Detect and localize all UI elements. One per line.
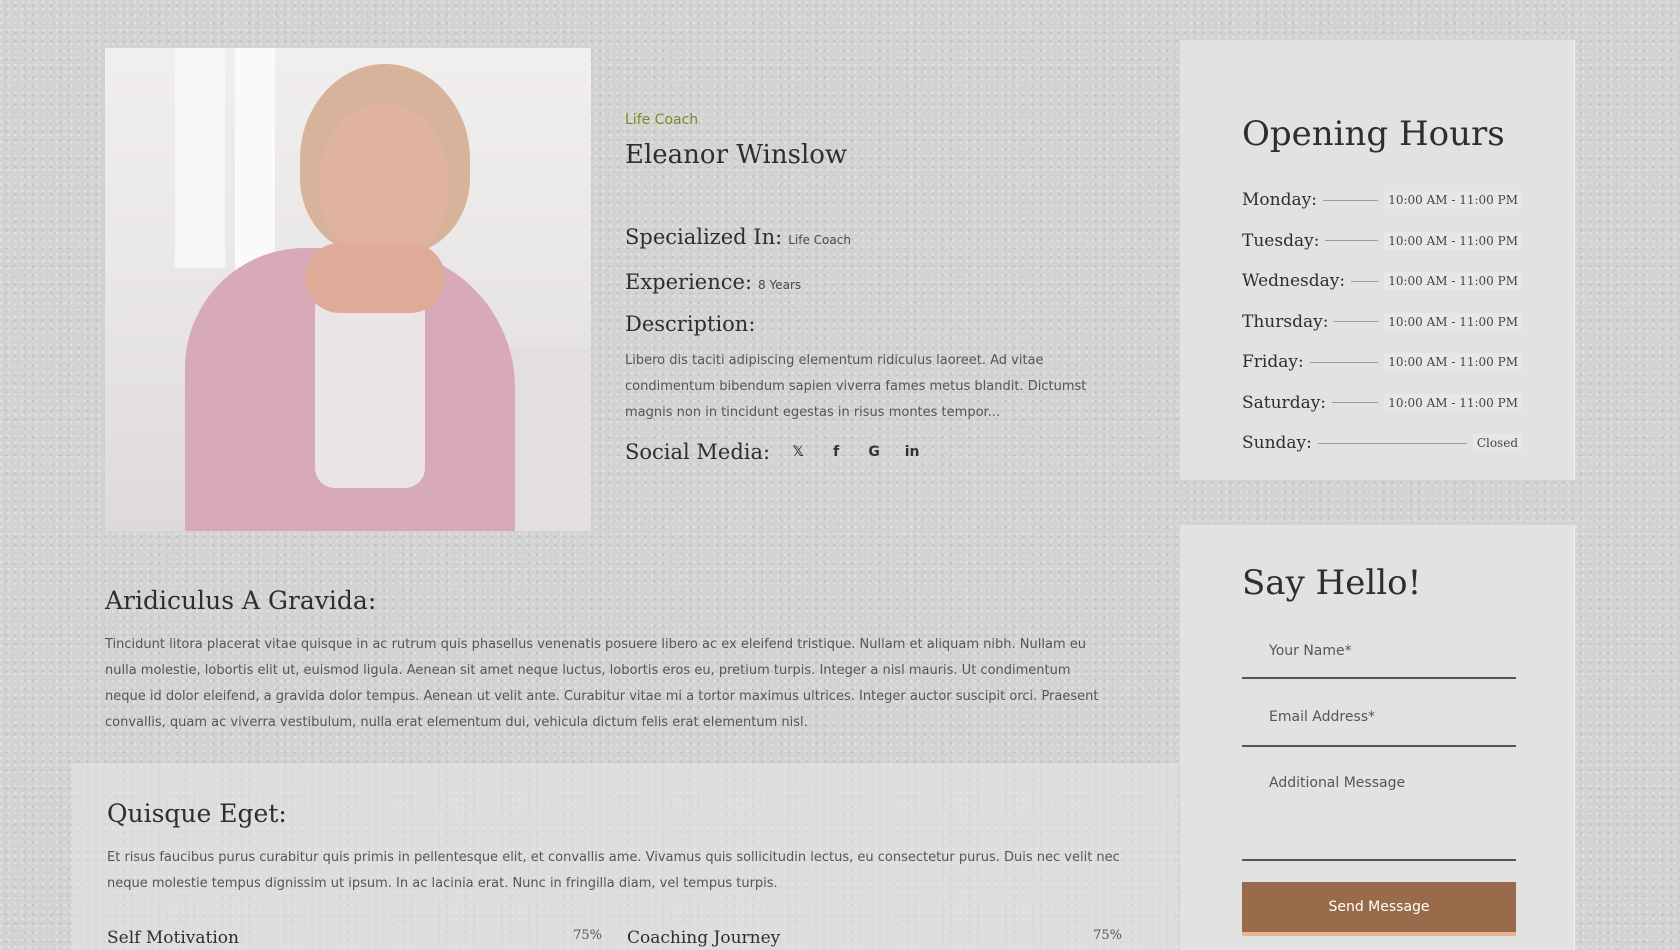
day-label: Saturday:	[1242, 392, 1327, 413]
google-icon[interactable]: G	[862, 440, 886, 464]
profile-photo	[105, 48, 591, 531]
skill-coaching-journey: Coaching Journey 75%	[627, 928, 1122, 948]
skill-percent: 75%	[573, 928, 602, 943]
section-text-quisque: Et risus faucibus purus curabitur quis p…	[107, 850, 1120, 891]
message-field[interactable]	[1242, 775, 1516, 861]
dotted-divider	[1317, 442, 1467, 444]
photo-window-light	[175, 48, 225, 268]
day-label: Friday:	[1242, 352, 1304, 373]
social-label: Social Media:	[625, 440, 771, 464]
specialized-label: Specialized In:	[625, 225, 783, 249]
dotted-divider	[1351, 280, 1379, 282]
hours-row-sunday: Sunday: Closed	[1242, 423, 1522, 464]
day-label: Tuesday:	[1242, 230, 1320, 251]
skill-label: Coaching Journey	[627, 928, 781, 948]
opening-hours-card: Opening Hours Monday: 10:00 AM - 11:00 PM…	[1180, 40, 1575, 480]
time-value: 10:00 AM - 11:00 PM	[1384, 393, 1522, 412]
x-icon[interactable]: 𝕏	[786, 440, 810, 464]
time-value: Closed	[1472, 434, 1522, 453]
time-value: 10:00 AM - 11:00 PM	[1384, 272, 1522, 291]
day-label: Thursday:	[1242, 311, 1329, 332]
facebook-icon[interactable]: f	[824, 440, 848, 464]
time-value: 10:00 AM - 11:00 PM	[1384, 191, 1522, 210]
linkedin-icon[interactable]: in	[900, 440, 924, 464]
dotted-divider	[1322, 199, 1379, 201]
time-value: 10:00 AM - 11:00 PM	[1384, 353, 1522, 372]
hours-row-thursday: Thursday: 10:00 AM - 11:00 PM	[1242, 302, 1522, 343]
day-label: Wednesday:	[1242, 271, 1346, 292]
email-input[interactable]	[1269, 709, 1516, 725]
send-message-button[interactable]: Send Message	[1242, 882, 1516, 936]
section-heading-aridiculus: Aridiculus A Gravida:	[105, 586, 377, 615]
message-textarea[interactable]	[1269, 775, 1516, 823]
skill-percent: 75%	[1093, 928, 1122, 943]
hours-row-tuesday: Tuesday: 10:00 AM - 11:00 PM	[1242, 221, 1522, 262]
photo-top	[315, 288, 425, 488]
contact-title: Say Hello!	[1242, 563, 1422, 603]
description-label: Description:	[625, 312, 756, 336]
dotted-divider	[1325, 240, 1379, 242]
specialized-value: Life Coach	[788, 233, 851, 247]
hours-row-saturday: Saturday: 10:00 AM - 11:00 PM	[1242, 383, 1522, 424]
hours-row-monday: Monday: 10:00 AM - 11:00 PM	[1242, 180, 1522, 221]
skill-label: Self Motivation	[107, 928, 239, 948]
profile-name: Eleanor Winslow	[625, 140, 848, 170]
name-input[interactable]	[1269, 643, 1516, 659]
opening-hours-title: Opening Hours	[1242, 114, 1505, 154]
experience-label: Experience:	[625, 270, 753, 294]
time-value: 10:00 AM - 11:00 PM	[1384, 312, 1522, 331]
section-text-aridiculus: Tincidunt litora placerat vitae quisque …	[105, 637, 1099, 730]
social-icons: 𝕏 f G in	[786, 440, 924, 464]
photo-face	[320, 103, 448, 263]
day-label: Monday:	[1242, 190, 1317, 211]
hours-row-friday: Friday: 10:00 AM - 11:00 PM	[1242, 342, 1522, 383]
profile-description: Libero dis taciti adipiscing elementum r…	[625, 353, 1087, 420]
time-value: 10:00 AM - 11:00 PM	[1384, 231, 1522, 250]
contact-card: Say Hello! Send Message	[1180, 525, 1575, 950]
experience-field: Experience: 8 Years	[625, 270, 801, 294]
photo-hands	[305, 243, 445, 313]
day-label: Sunday:	[1242, 433, 1312, 454]
social-media-row: Social Media: 𝕏 f G in	[625, 440, 924, 464]
hours-row-wednesday: Wednesday: 10:00 AM - 11:00 PM	[1242, 261, 1522, 302]
name-field[interactable]	[1242, 643, 1516, 679]
experience-value: 8 Years	[758, 278, 802, 292]
specialized-field: Specialized In: Life Coach	[625, 225, 851, 249]
skill-self-motivation: Self Motivation 75%	[107, 928, 602, 948]
dotted-divider	[1334, 321, 1379, 323]
dotted-divider	[1332, 402, 1379, 404]
profile-role: Life Coach	[625, 112, 699, 128]
section-heading-quisque: Quisque Eget:	[107, 799, 287, 828]
hours-list: Monday: 10:00 AM - 11:00 PM Tuesday: 10:00…	[1242, 180, 1522, 464]
dotted-divider	[1309, 361, 1379, 363]
email-field[interactable]	[1242, 709, 1516, 747]
